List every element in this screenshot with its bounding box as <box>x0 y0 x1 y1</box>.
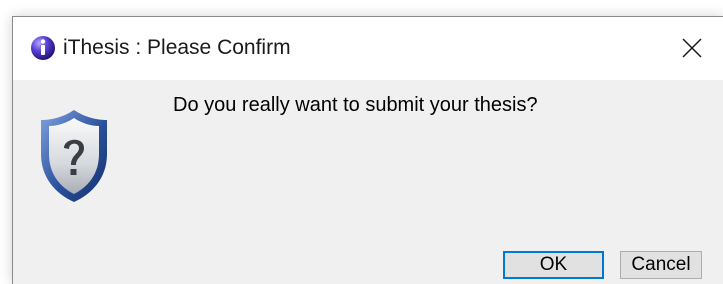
cancel-button[interactable]: Cancel <box>620 251 702 279</box>
dialog-content: Do you really want to submit your thesis… <box>13 80 723 284</box>
dialog-title: iThesis : Please Confirm <box>63 36 291 59</box>
ok-button[interactable]: OK <box>503 251 604 279</box>
question-shield-icon <box>38 108 110 204</box>
ithesis-app-icon <box>30 35 56 61</box>
title-bar[interactable]: iThesis : Please Confirm <box>13 17 723 80</box>
confirm-dialog: iThesis : Please Confirm Do you really w… <box>12 16 723 284</box>
close-button[interactable] <box>661 17 723 79</box>
confirm-message: Do you really want to submit your thesis… <box>173 94 538 116</box>
close-icon <box>681 37 703 59</box>
